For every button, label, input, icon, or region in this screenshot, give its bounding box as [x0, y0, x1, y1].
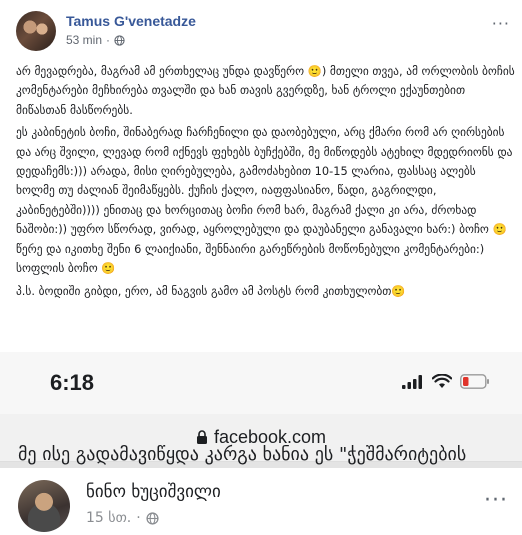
- post-meta: 53 min ·: [66, 33, 125, 47]
- embedded-meta-separator: ·: [136, 510, 141, 526]
- embedded-author-name[interactable]: ნინო ხუციშვილი: [86, 482, 221, 502]
- post-paragraph-1: არ მევადრება, მაგრამ ამ ერთხელაც უნდა და…: [16, 64, 515, 117]
- wifi-icon: [432, 374, 452, 388]
- post-time-link[interactable]: 53 min: [66, 33, 102, 47]
- embedded-globe-icon: [146, 511, 159, 525]
- embedded-post-text: მე ისე გადამავიწყდა კარგა ხანია ეს "ჭეშმ…: [18, 444, 467, 465]
- post-paragraph-2: ეს კაბინეტის ბოჩი, შინაბერად ჩარჩენილი დ…: [16, 125, 513, 276]
- embedded-phone-screenshot: 6:18 facebook.com ნინო ხუციშვილი 15 სთ. …: [0, 352, 522, 535]
- embedded-facebook-post: ნინო ხუციშვილი 15 სთ. · ···: [0, 462, 522, 535]
- author-avatar[interactable]: [16, 11, 56, 51]
- facebook-post: Tamus G'venetadze 53 min · ··· არ მევადრ…: [0, 0, 522, 352]
- status-icons: [402, 374, 490, 389]
- post-body: არ მევადრება, მაგრამ ამ ერთხელაც უნდა და…: [16, 62, 516, 305]
- embedded-post-options-button[interactable]: ···: [484, 488, 508, 513]
- meta-separator: ·: [106, 33, 111, 47]
- phone-clock: 6:18: [50, 370, 95, 395]
- author-name-link[interactable]: Tamus G'venetadze: [66, 13, 196, 29]
- phone-status-bar: 6:18: [0, 352, 522, 414]
- embedded-author-avatar[interactable]: [18, 480, 70, 532]
- embedded-post-time[interactable]: 15 სთ.: [86, 510, 131, 526]
- embedded-post-meta: 15 სთ. ·: [86, 510, 159, 526]
- signal-icon: [402, 374, 422, 389]
- battery-icon: [460, 374, 489, 389]
- post-ps: პ.ს. ბოდიში გიბდი, ერო, ამ ნაგვის გამო ა…: [16, 284, 406, 299]
- globe-icon: [114, 34, 125, 46]
- post-options-button[interactable]: ···: [492, 14, 510, 33]
